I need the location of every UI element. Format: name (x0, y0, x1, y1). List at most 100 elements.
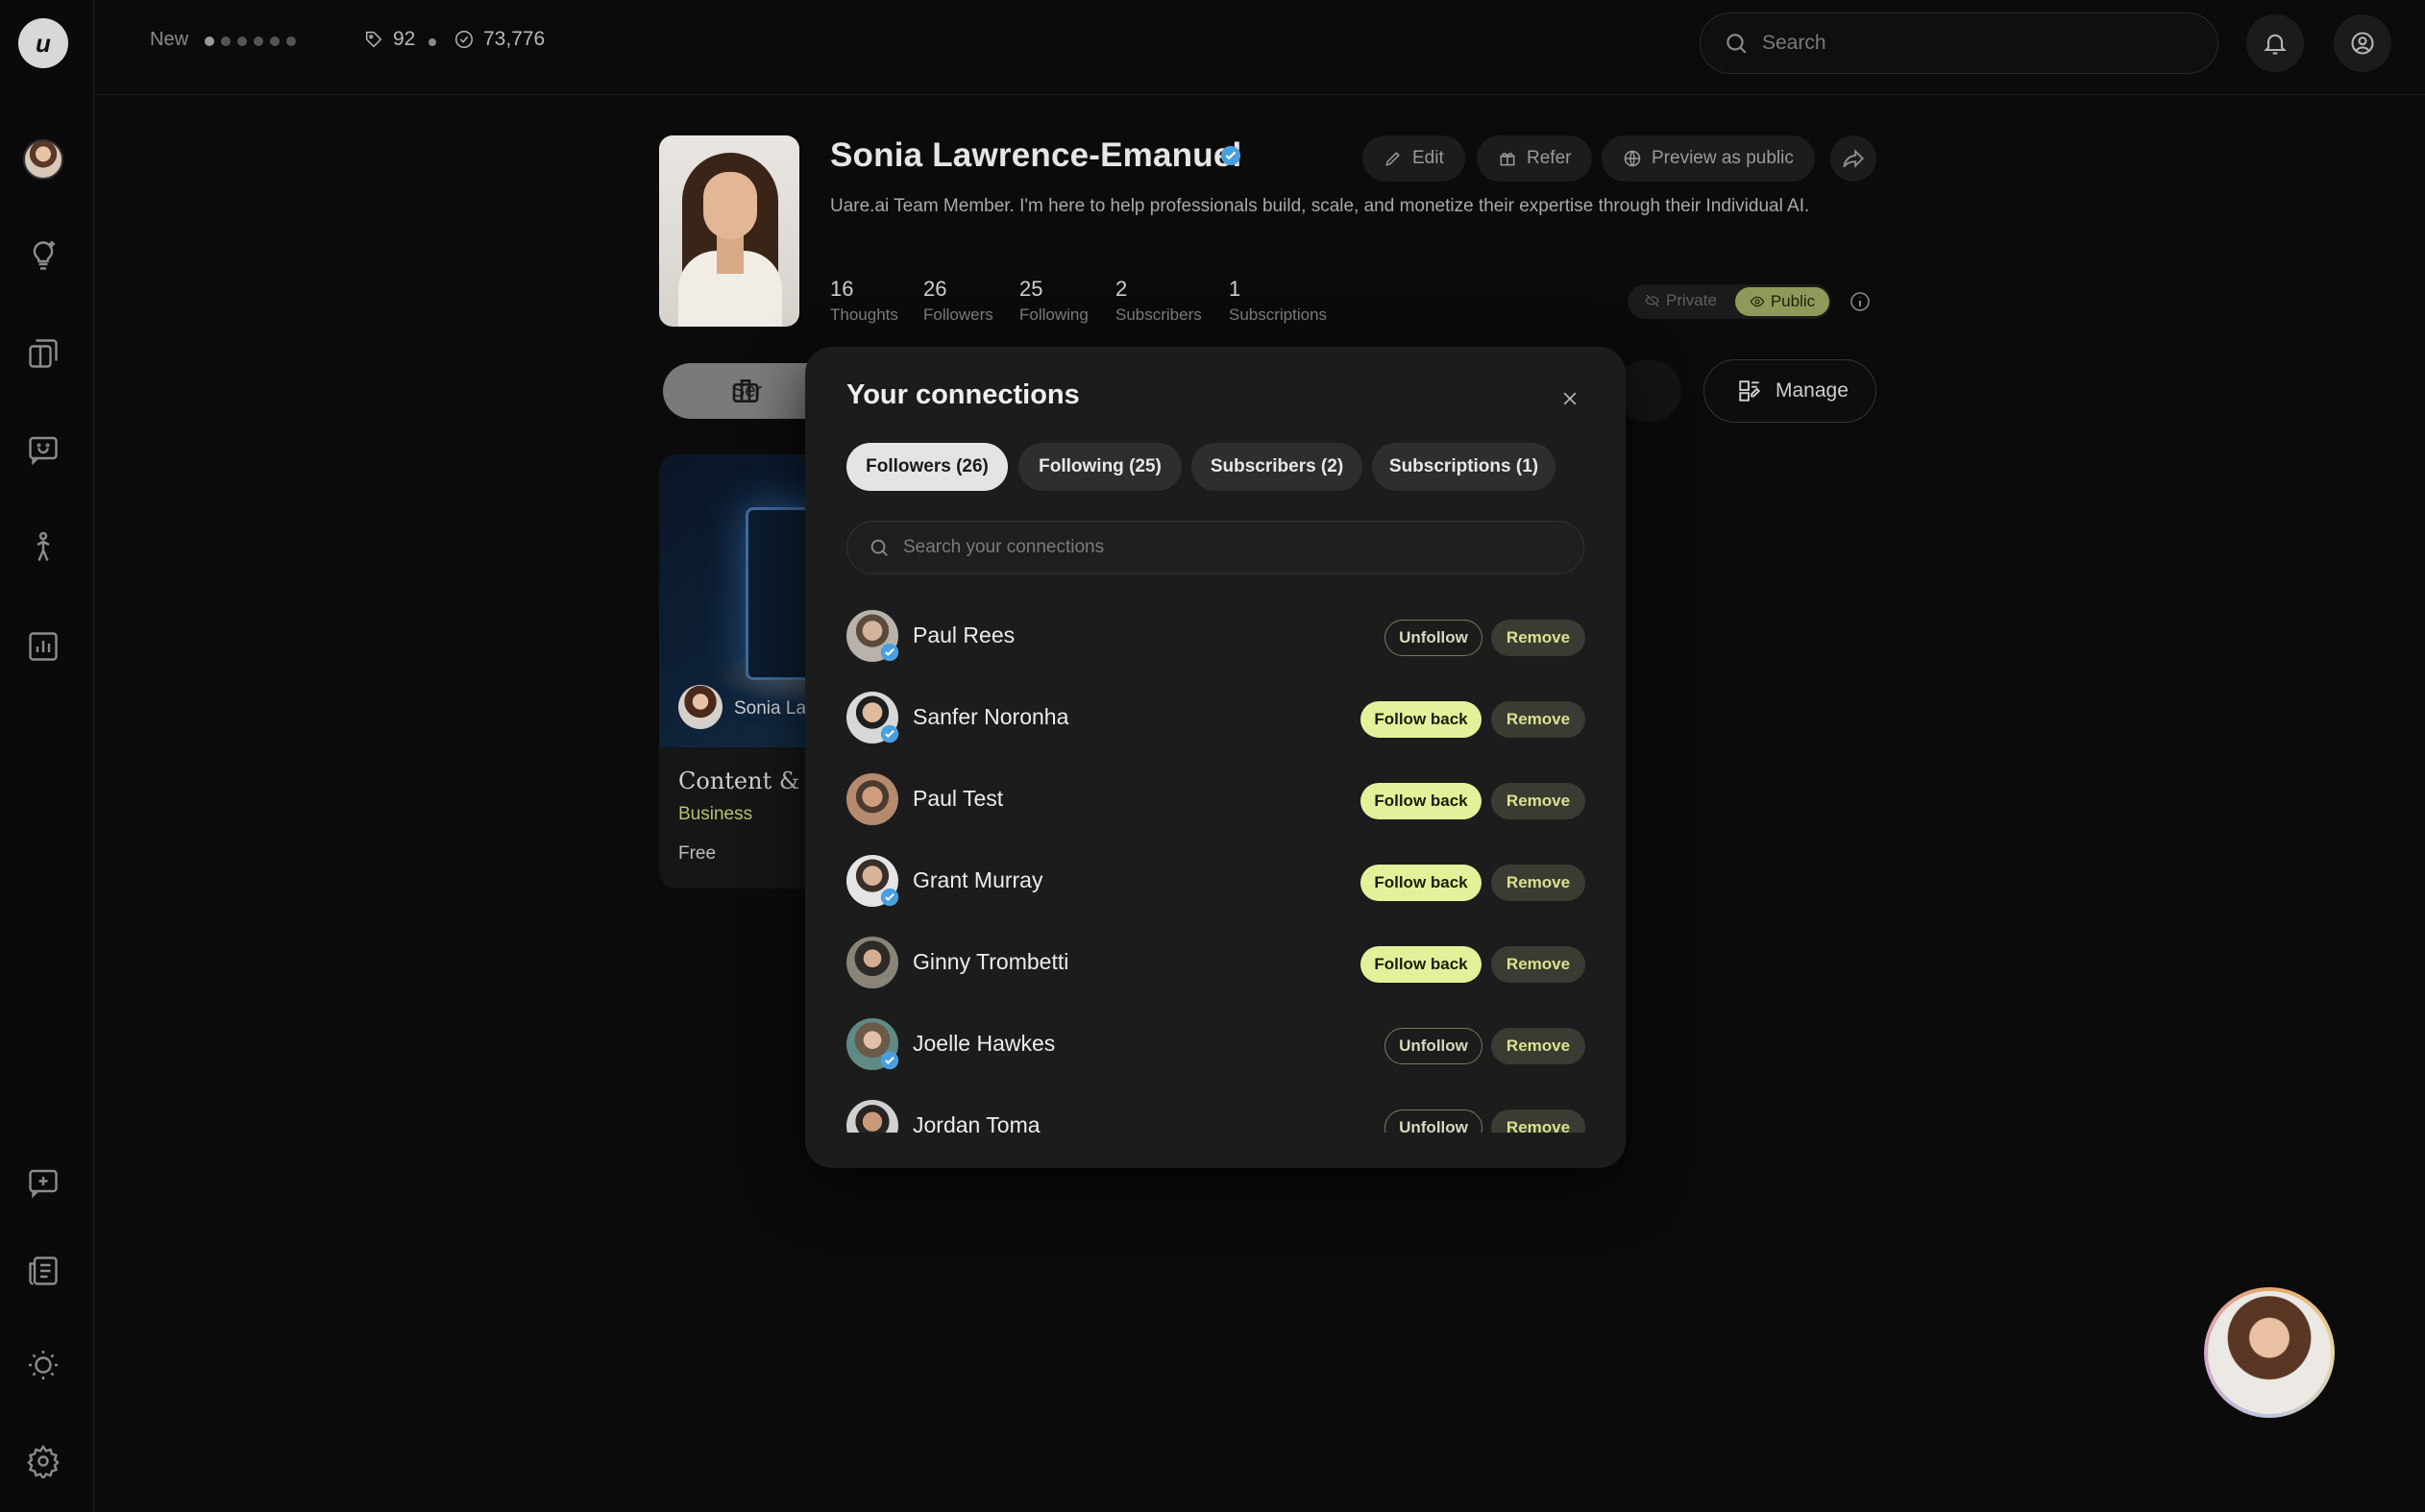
modal-title: Your connections (846, 379, 1080, 410)
verified-badge-icon (1220, 145, 1241, 166)
badge-icon (455, 31, 473, 48)
gift-icon (1500, 153, 1515, 166)
stat-followers[interactable]: 26 Followers (923, 277, 993, 325)
follow-back-button[interactable]: Follow back (1360, 865, 1482, 901)
stat-thoughts[interactable]: 16 Thoughts (830, 277, 898, 325)
connections-modal: Your connections Followers (26) Followin… (805, 347, 1626, 1168)
connection-row: Joelle Hawkes Unfollow Remove (846, 1014, 1586, 1072)
card-price: Free (678, 843, 717, 864)
analytics-icon[interactable] (23, 626, 63, 667)
points-stat: 73,776 (453, 28, 545, 51)
news-icon[interactable] (23, 1251, 63, 1291)
remove-button[interactable]: Remove (1491, 701, 1585, 738)
unfollow-button[interactable]: Unfollow (1384, 1110, 1482, 1133)
connection-avatar[interactable] (846, 1100, 898, 1133)
library-icon[interactable] (23, 333, 63, 374)
connection-name[interactable]: Sanfer Noronha (913, 704, 1068, 730)
settings-gear-icon[interactable] (23, 1441, 63, 1481)
share-button[interactable] (1830, 135, 1876, 182)
connection-row: Jordan Toma Unfollow Remove (846, 1096, 1586, 1133)
remove-button[interactable]: Remove (1491, 946, 1585, 983)
connections-search[interactable] (846, 521, 1584, 574)
preview-public-button[interactable]: Preview as public (1602, 135, 1815, 182)
eye-icon (1750, 296, 1765, 307)
card-author-avatar (678, 685, 723, 729)
search-icon (1727, 34, 1747, 54)
account-button[interactable] (2334, 14, 2391, 72)
manage-button[interactable]: Manage (1703, 359, 1876, 423)
verified-badge-icon (880, 1051, 899, 1070)
remove-button[interactable]: Remove (1491, 1028, 1585, 1064)
connections-list: Paul Rees Unfollow Remove Sanfer Noronha… (846, 606, 1586, 1133)
follow-back-button[interactable]: Follow back (1360, 701, 1482, 738)
sidebar-avatar[interactable] (23, 139, 63, 180)
user-circle-icon (2351, 32, 2374, 55)
unfollow-button[interactable]: Unfollow (1384, 620, 1482, 656)
edit-button[interactable]: Edit (1362, 135, 1465, 182)
connection-name[interactable]: Ginny Trombetti (913, 949, 1068, 975)
connection-row: Paul Test Follow back Remove (846, 769, 1586, 827)
top-bar: New 92 73,776 Search (94, 0, 2425, 95)
tag-icon (365, 31, 382, 48)
credits-stat: 92 (363, 28, 415, 51)
progress-dots (205, 37, 296, 46)
notifications-button[interactable] (2246, 14, 2304, 72)
card-category: Business (678, 804, 753, 824)
refer-button[interactable]: Refer (1477, 135, 1593, 182)
chat-smile-icon[interactable] (23, 429, 63, 470)
remove-button[interactable]: Remove (1491, 1110, 1585, 1133)
connection-name[interactable]: Paul Rees (913, 622, 1015, 648)
verified-badge-icon (880, 724, 899, 744)
connection-name[interactable]: Paul Test (913, 786, 1003, 812)
new-label[interactable]: New (150, 29, 188, 51)
follow-back-button[interactable]: Follow back (1360, 783, 1482, 819)
close-button[interactable] (1556, 385, 1583, 412)
stat-following[interactable]: 25 Following (1019, 277, 1089, 325)
tab-subscribers[interactable]: Subscribers (2) (1191, 443, 1362, 491)
stat-subscriptions[interactable]: 1 Subscriptions (1229, 277, 1327, 325)
remove-button[interactable]: Remove (1491, 865, 1585, 901)
connection-name[interactable]: Jordan Toma (913, 1112, 1041, 1133)
connection-row: Paul Rees Unfollow Remove (846, 606, 1586, 664)
globe-icon (1624, 150, 1641, 167)
lightbulb-plus-icon[interactable] (23, 235, 63, 276)
connection-row: Ginny Trombetti Follow back Remove (846, 933, 1586, 990)
connection-row: Sanfer Noronha Follow back Remove (846, 688, 1586, 745)
visibility-private[interactable]: Private (1645, 291, 1717, 310)
person-running-icon[interactable] (23, 527, 63, 568)
connection-name[interactable]: Joelle Hawkes (913, 1031, 1055, 1057)
card-author: Sonia La (734, 698, 807, 719)
verified-badge-icon (880, 888, 899, 907)
dashboard-edit-icon (1739, 380, 1761, 402)
visibility-public[interactable]: Public (1735, 287, 1829, 316)
share-arrow-icon (1843, 149, 1865, 168)
connection-row: Grant Murray Follow back Remove (846, 851, 1586, 909)
remove-button[interactable]: Remove (1491, 783, 1585, 819)
tab-followers[interactable]: Followers (26) (846, 443, 1008, 491)
connections-search-input[interactable] (903, 537, 1556, 558)
new-message-icon[interactable] (23, 1162, 63, 1203)
sun-icon[interactable] (23, 1345, 63, 1385)
global-search[interactable]: Search (1700, 12, 2218, 74)
close-icon (1563, 392, 1577, 405)
remove-button[interactable]: Remove (1491, 620, 1585, 656)
app-logo[interactable]: u (18, 18, 68, 68)
stat-subscribers[interactable]: 2 Subscribers (1115, 277, 1202, 325)
profile-bio: Uare.ai Team Member. I'm here to help pr… (830, 196, 1810, 216)
bell-icon (2264, 34, 2287, 55)
tab-following[interactable]: Following (25) (1018, 443, 1182, 491)
connection-avatar[interactable] (846, 937, 898, 988)
verified-badge-icon (880, 643, 899, 662)
follow-back-button[interactable]: Follow back (1360, 946, 1482, 983)
connection-avatar[interactable] (846, 773, 898, 825)
info-icon[interactable] (1849, 290, 1872, 313)
ai-assistant-avatar[interactable] (2204, 1287, 2335, 1418)
profile-photo[interactable] (659, 135, 799, 327)
eye-off-icon (1645, 294, 1659, 307)
sidebar: u (0, 0, 94, 1512)
unfollow-button[interactable]: Unfollow (1384, 1028, 1482, 1064)
connection-name[interactable]: Grant Murray (913, 867, 1042, 893)
tab-subscriptions[interactable]: Subscriptions (1) (1372, 443, 1555, 491)
search-icon (870, 539, 888, 556)
profile-name: Sonia Lawrence-Emanuel (830, 136, 1242, 174)
